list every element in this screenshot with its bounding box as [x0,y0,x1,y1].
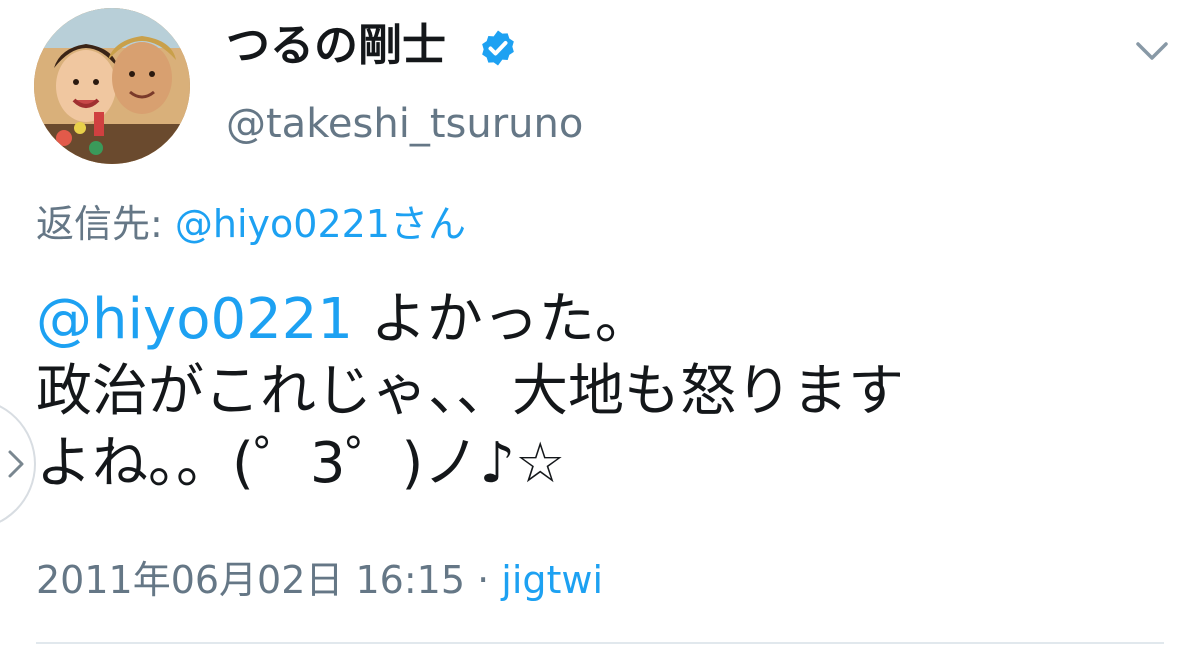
chevron-right-icon[interactable] [6,446,26,482]
avatar[interactable] [34,8,190,164]
divider [36,642,1164,644]
reply-target-link[interactable]: @hiyo0221さん [175,202,466,246]
mention-link[interactable]: @hiyo0221 [36,287,353,352]
tweet-line-1-text: よかった。 [352,287,651,352]
meta-separator: · [465,558,502,602]
chevron-down-icon[interactable] [1134,36,1170,64]
timestamp[interactable]: 2011年06月02日 16:15 [36,558,465,602]
avatar-image [34,8,190,164]
tweet-line-1: @hiyo0221 よかった。 [36,284,1156,356]
reply-context: 返信先: @hiyo0221さん [36,200,466,248]
tweet-line-2: 政治がこれじゃ、、大地も怒ります [36,359,904,424]
tweet-text: @hiyo0221 よかった。 政治がこれじゃ、、大地も怒ります よね。。(゜3… [36,284,1156,500]
user-handle[interactable]: @takeshi_tsuruno [226,100,583,148]
source-link[interactable]: jigtwi [501,558,603,602]
verified-badge-icon [482,30,514,66]
tweet-meta: 2011年06月02日 16:15 · jigtwi [36,556,603,604]
reply-label: 返信先: [36,202,175,246]
tweet-line-3: よね。。(゜3゜)ノ♪☆ [36,431,566,496]
display-name[interactable]: つるの剛士 [226,20,446,72]
tweet-card: つるの剛士 @takeshi_tsuruno 返信先: @hiyo0221さん … [0,0,1200,652]
